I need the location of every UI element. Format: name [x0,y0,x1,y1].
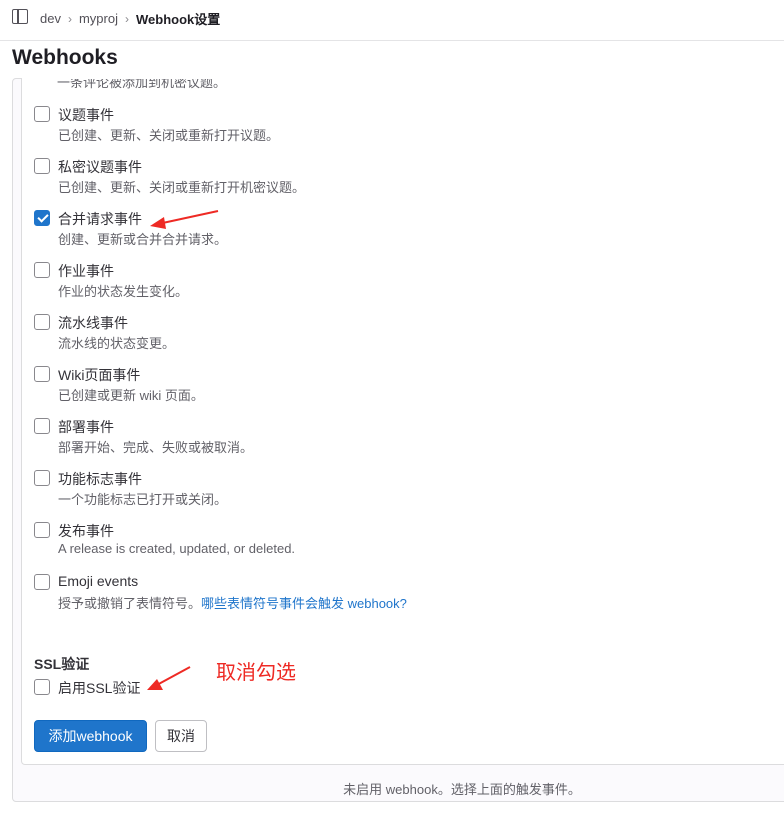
checkbox-issues-events[interactable] [34,106,50,122]
event-description: 已创建、更新、关闭或重新打开机密议题。 [58,180,306,195]
divider [0,40,784,41]
cut-off-description: 一条评论被添加到机密议题。 [57,79,227,90]
event-label[interactable]: Emoji events [58,573,138,589]
event-label[interactable]: 作业事件 [58,261,114,281]
checkbox-job-events[interactable] [34,262,50,278]
event-description: 部署开始、完成、失败或被取消。 [58,440,254,455]
ssl-heading: SSL验证 [34,656,90,672]
event-label[interactable]: 发布事件 [58,521,114,541]
top-bar: dev › myproj › Webhook设置 [0,0,784,34]
event-description: 授予或撤销了表情符号。哪些表情符号事件会触发 webhook? [58,593,407,612]
event-label[interactable]: 功能标志事件 [58,469,142,489]
breadcrumb-item-dev[interactable]: dev [40,11,61,26]
event-description-text: 授予或撤销了表情符号。 [58,596,202,611]
event-description: 创建、更新或合并合并请求。 [58,232,228,247]
checkbox-emoji-events[interactable] [34,574,50,590]
checkbox-wiki-page-events[interactable] [34,366,50,382]
event-description: A release is created, updated, or delete… [58,541,296,556]
checkbox-release-events[interactable] [34,522,50,538]
footer-status-text: 未启用 webhook。选择上面的触发事件。 [343,782,581,797]
event-label[interactable]: Wiki页面事件 [58,365,140,385]
ssl-label[interactable]: 启用SSL验证 [58,678,140,698]
sidebar-toggle-icon[interactable] [12,9,28,24]
event-label[interactable]: 部署事件 [58,417,114,437]
scroll-clip: 一条评论被添加到机密议题。 [21,79,784,91]
breadcrumb-item-webhook-settings[interactable]: Webhook设置 [136,9,220,28]
checkbox-deployment-events[interactable] [34,418,50,434]
event-description: 已创建或更新 wiki 页面。 [58,388,204,403]
event-description: 一个功能标志已打开或关闭。 [58,492,228,507]
event-label[interactable]: 合并请求事件 [58,209,142,229]
event-label[interactable]: 流水线事件 [58,313,128,333]
event-description: 流水线的状态变更。 [58,336,176,351]
chevron-right-icon: › [124,11,129,26]
emoji-events-help-link[interactable]: 哪些表情符号事件会触发 webhook? [201,596,407,611]
checkbox-confidential-issues-events[interactable] [34,158,50,174]
add-webhook-button[interactable]: 添加webhook [34,720,147,752]
event-label[interactable]: 议题事件 [58,105,114,125]
checkbox-enable-ssl-verification[interactable] [34,679,50,695]
checkbox-merge-request-events[interactable] [34,210,50,226]
chevron-right-icon: › [67,11,72,26]
breadcrumb-item-myproj[interactable]: myproj [79,11,118,26]
cancel-button[interactable]: 取消 [155,720,207,752]
event-label[interactable]: 私密议题事件 [58,157,142,177]
checkbox-feature-flag-events[interactable] [34,470,50,486]
annotation-note: 取消勾选 [216,662,296,684]
breadcrumb: dev › myproj › Webhook设置 [40,9,220,28]
event-description: 作业的状态发生变化。 [58,284,189,299]
page-title: Webhooks [12,46,118,69]
checkbox-pipeline-events[interactable] [34,314,50,330]
event-description: 已创建、更新、关闭或重新打开议题。 [58,128,280,143]
